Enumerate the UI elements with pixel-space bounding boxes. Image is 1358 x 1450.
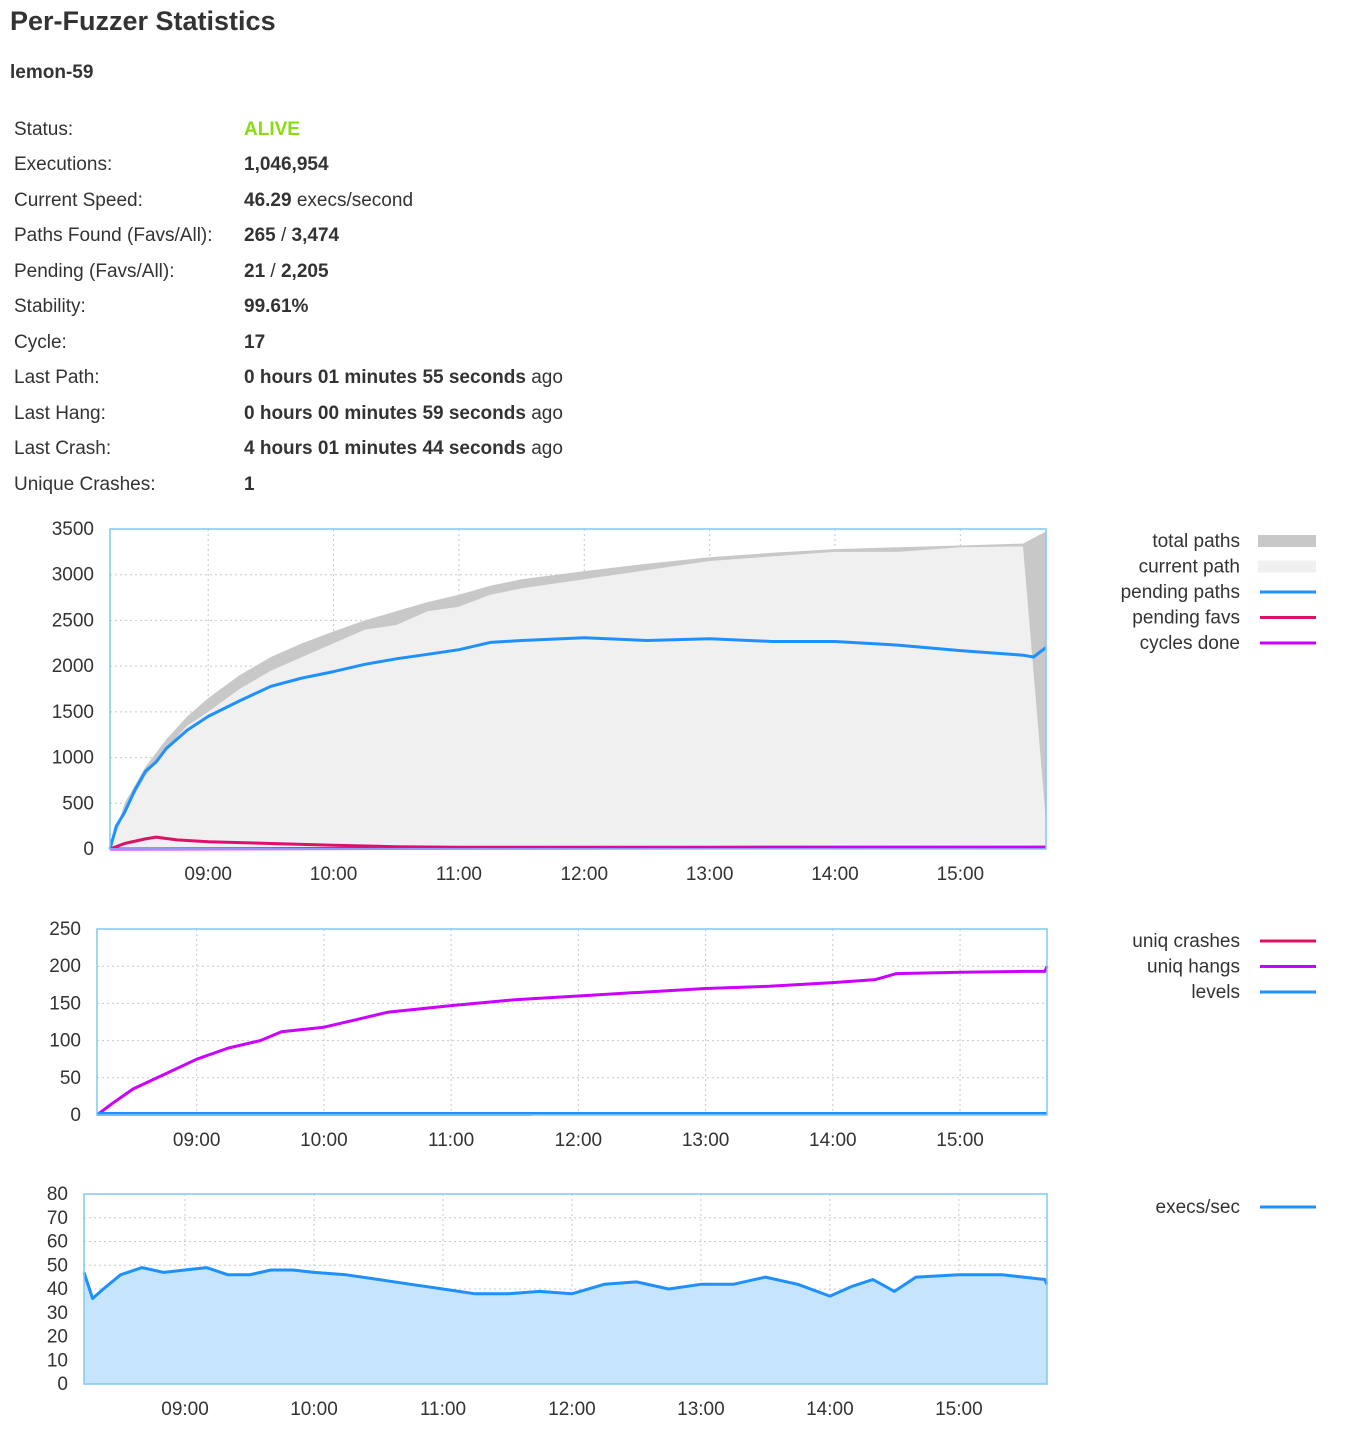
x-tick-label: 12:00 <box>548 1399 596 1420</box>
legend-label: uniq crashes <box>1132 931 1240 952</box>
x-tick-label: 14:00 <box>809 1130 857 1151</box>
y-tick-label: 10 <box>47 1350 68 1371</box>
y-tick-label: 40 <box>47 1279 68 1300</box>
legend-label: levels <box>1191 982 1240 1003</box>
y-tick-label: 150 <box>49 993 81 1014</box>
legend-label: current path <box>1139 557 1240 578</box>
y-tick-label: 1000 <box>52 748 94 769</box>
x-tick-label: 11:00 <box>420 1399 466 1420</box>
legend-label: total paths <box>1152 531 1240 552</box>
y-tick-label: 60 <box>47 1232 68 1253</box>
chart-3: execs/sec0102030405060708009:00 10:00 11:0… <box>47 1184 1316 1420</box>
y-tick-label: 2000 <box>52 656 94 677</box>
x-tick-label: 10:00 <box>290 1399 338 1420</box>
legend-swatch <box>1258 535 1316 547</box>
x-tick-label: 12:00 <box>555 1130 603 1151</box>
x-tick-label: 09:00 <box>161 1399 209 1420</box>
y-tick-label: 3000 <box>52 565 94 586</box>
y-tick-label: 30 <box>47 1303 68 1324</box>
x-tick-label: 11:00 <box>428 1130 474 1151</box>
y-tick-label: 0 <box>70 1105 81 1126</box>
y-tick-label: 50 <box>47 1255 68 1276</box>
legend-label: pending favs <box>1132 608 1240 629</box>
y-tick-label: 50 <box>60 1068 81 1089</box>
series-area-1 <box>110 546 1046 849</box>
y-tick-label: 20 <box>47 1327 68 1348</box>
x-tick-label: 13:00 <box>682 1130 730 1151</box>
y-tick-label: 200 <box>49 956 81 977</box>
y-tick-label: 0 <box>83 839 94 860</box>
y-tick-label: 500 <box>62 793 94 814</box>
x-tick-label: 13:00 <box>686 864 734 885</box>
x-tick-label: 14:00 <box>806 1399 854 1420</box>
x-tick-label: 09:00 <box>184 864 232 885</box>
y-tick-label: 80 <box>47 1184 68 1205</box>
y-tick-label: 3500 <box>52 519 94 540</box>
y-tick-label: 100 <box>49 1031 81 1052</box>
x-tick-label: 12:00 <box>560 864 608 885</box>
x-tick-label: 10:00 <box>300 1130 348 1151</box>
x-tick-label: 13:00 <box>677 1399 725 1420</box>
legend-swatch <box>1258 560 1316 573</box>
chart-2: uniq crashes uniq hangs levels 0 50 100 150 200… <box>49 919 1316 1151</box>
x-tick-label: 11:00 <box>436 864 482 885</box>
charts-canvas: total paths current path pending paths pend… <box>47 519 1316 1420</box>
y-tick-label: 250 <box>49 919 81 940</box>
legend-label: cycles done <box>1140 633 1240 654</box>
x-tick-label: 15:00 <box>937 864 985 885</box>
y-tick-label: 70 <box>47 1208 68 1229</box>
x-tick-label: 15:00 <box>935 1399 983 1420</box>
legend-label: pending paths <box>1121 582 1240 603</box>
x-tick-label: 15:00 <box>936 1130 984 1151</box>
x-tick-label: 09:00 <box>173 1130 221 1151</box>
legend-label: execs/sec <box>1156 1197 1240 1218</box>
x-tick-label: 14:00 <box>811 864 859 885</box>
legend-label: uniq hangs <box>1147 957 1240 978</box>
y-tick-label: 0 <box>57 1374 68 1395</box>
chart-1: total paths current path pending paths pend… <box>52 519 1316 885</box>
y-tick-label: 1500 <box>52 702 94 723</box>
x-tick-label: 10:00 <box>310 864 358 885</box>
plot-frame <box>96 928 1048 1116</box>
y-tick-label: 2500 <box>52 610 94 631</box>
